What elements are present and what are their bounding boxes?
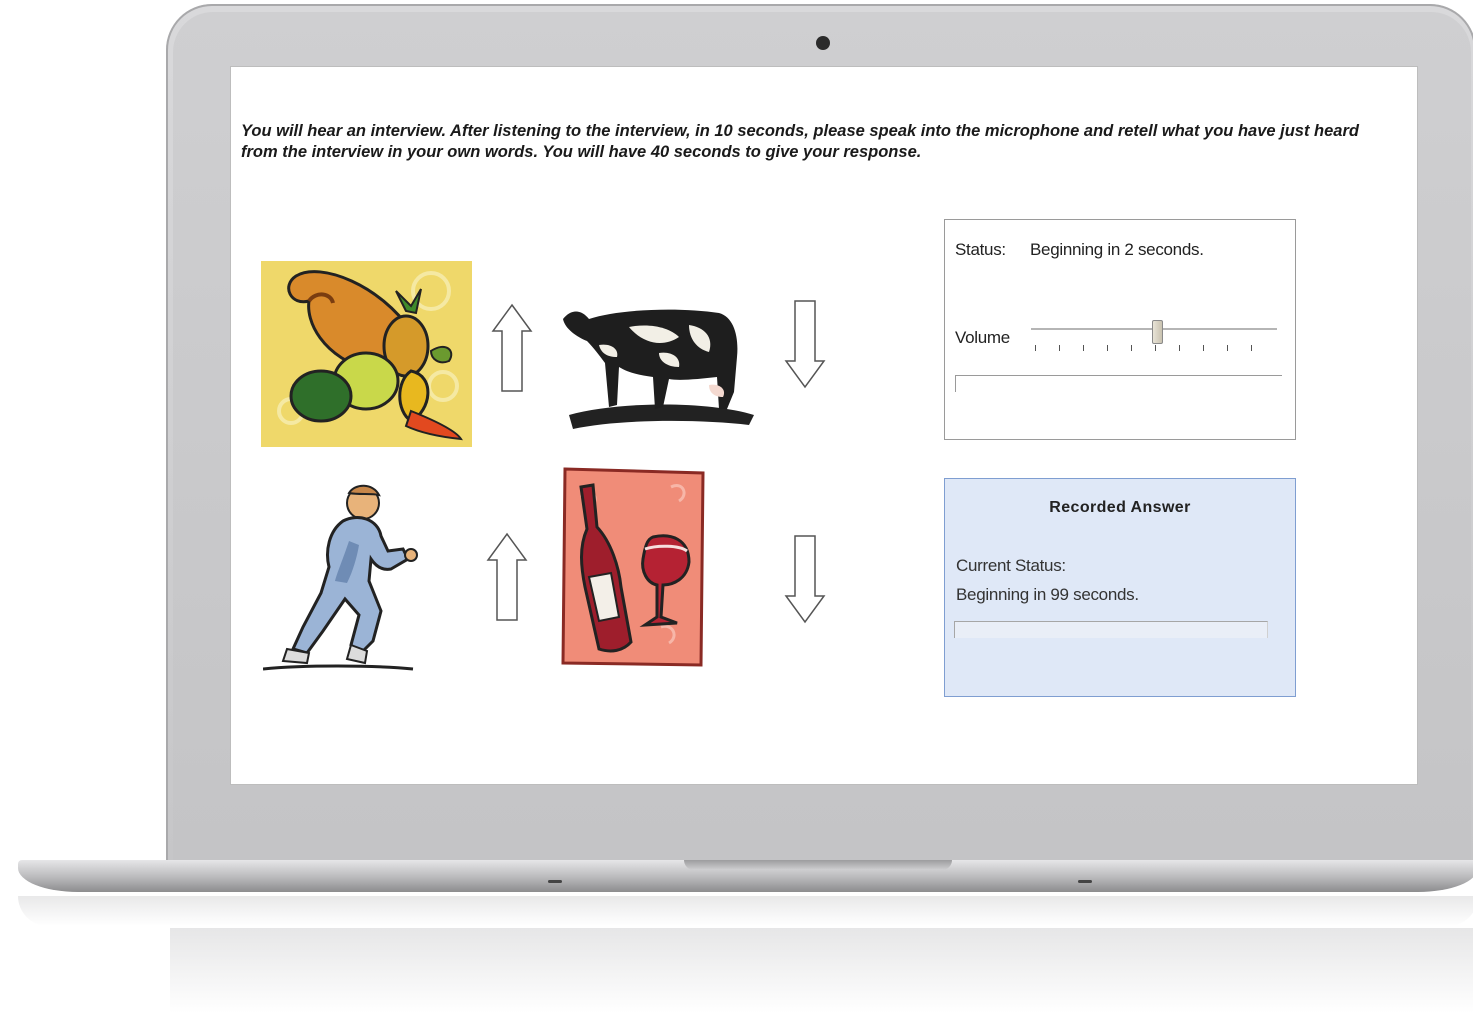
cornucopia-picture bbox=[261, 261, 472, 447]
laptop-notch bbox=[684, 860, 952, 870]
runner-picture bbox=[263, 484, 418, 671]
down-arrow-icon bbox=[784, 535, 826, 624]
up-arrow-icon bbox=[486, 532, 528, 621]
down-arrow-icon bbox=[784, 300, 826, 389]
status-text: Beginning in 2 seconds. bbox=[1030, 240, 1204, 259]
volume-slider-thumb[interactable] bbox=[1152, 320, 1163, 344]
recorded-answer-title: Recorded Answer bbox=[1049, 499, 1191, 516]
laptop-foot bbox=[1078, 880, 1092, 883]
status-panel: Status: Beginning in 2 seconds. Volume bbox=[944, 219, 1296, 440]
laptop-reflection bbox=[18, 896, 1473, 926]
recording-status-text: Beginning in 99 seconds. bbox=[956, 585, 1139, 604]
up-arrow-icon bbox=[491, 303, 533, 392]
camera-icon bbox=[816, 36, 830, 50]
status-label: Status: bbox=[955, 240, 1006, 259]
recording-progress-bar bbox=[954, 621, 1268, 638]
recorded-answer-panel: Recorded Answer Current Status: Beginnin… bbox=[944, 478, 1296, 697]
current-status-label: Current Status: bbox=[956, 556, 1066, 575]
volume-label: Volume bbox=[955, 328, 1010, 347]
wine-picture bbox=[561, 467, 705, 667]
cow-picture bbox=[563, 309, 754, 429]
volume-ticks bbox=[1035, 345, 1275, 351]
status-progress-bar bbox=[955, 375, 1282, 392]
instructions-text: You will hear an interview. After listen… bbox=[241, 122, 1359, 161]
laptop-foot bbox=[548, 880, 562, 883]
test-screen: You will hear an interview. After listen… bbox=[230, 66, 1418, 785]
screen-reflection bbox=[170, 928, 1473, 1013]
